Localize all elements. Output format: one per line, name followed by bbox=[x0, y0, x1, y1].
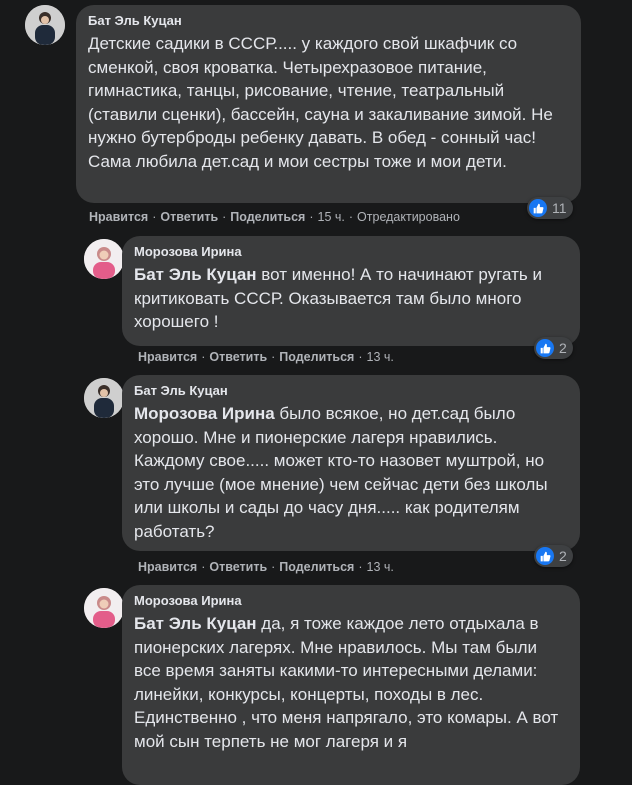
thumbs-up-icon bbox=[529, 199, 547, 217]
comment-author[interactable]: Бат Эль Куцан bbox=[134, 383, 568, 399]
comment-bubble: Морозова Ирина Бат Эль Куцан вот именно!… bbox=[122, 236, 580, 346]
comment-author[interactable]: Морозова Ирина bbox=[134, 593, 568, 609]
mention-link[interactable]: Морозова Ирина bbox=[134, 404, 275, 423]
comment-timestamp[interactable]: 13 ч. bbox=[367, 350, 394, 364]
like-button[interactable]: Нравится bbox=[89, 210, 148, 224]
comment-bubble: Бат Эль Куцан Морозова Ирина было всякое… bbox=[122, 375, 580, 551]
avatar[interactable] bbox=[84, 239, 124, 279]
comment-author[interactable]: Бат Эль Куцан bbox=[88, 13, 569, 29]
reply-button[interactable]: Ответить bbox=[209, 560, 267, 574]
comment-actions: Нравится · Ответить · Поделиться · 13 ч. bbox=[138, 350, 394, 364]
reaction-count: 11 bbox=[552, 200, 567, 216]
comment-timestamp[interactable]: 13 ч. bbox=[367, 560, 394, 574]
avatar[interactable] bbox=[25, 5, 65, 45]
comment-author[interactable]: Морозова Ирина bbox=[134, 244, 568, 260]
comment-text: Морозова Ирина было всякое, но дет.сад б… bbox=[134, 404, 548, 541]
comment-timestamp[interactable]: 15 ч. bbox=[318, 210, 345, 224]
edited-label[interactable]: Отредактировано bbox=[357, 210, 460, 224]
reaction-count: 2 bbox=[559, 340, 567, 356]
reaction-summary[interactable]: 11 bbox=[527, 197, 573, 219]
reply-button[interactable]: Ответить bbox=[209, 350, 267, 364]
share-button[interactable]: Поделиться bbox=[279, 560, 354, 574]
comment-actions: Нравится · Ответить · Поделиться · 13 ч. bbox=[138, 560, 394, 574]
like-button[interactable]: Нравится bbox=[138, 560, 197, 574]
comment-bubble: Морозова Ирина Бат Эль Куцан да, я тоже … bbox=[122, 585, 580, 785]
avatar[interactable] bbox=[84, 588, 124, 628]
mention-link[interactable]: Бат Эль Куцан bbox=[134, 614, 257, 633]
like-button[interactable]: Нравится bbox=[138, 350, 197, 364]
reaction-summary[interactable]: 2 bbox=[534, 337, 573, 359]
share-button[interactable]: Поделиться bbox=[279, 350, 354, 364]
avatar[interactable] bbox=[84, 378, 124, 418]
comment-actions: Нравится · Ответить · Поделиться · 15 ч. · Отред… bbox=[89, 210, 460, 224]
comment-text: Бат Эль Куцан вот именно! А то начинают … bbox=[134, 265, 542, 332]
thumbs-up-icon bbox=[536, 547, 554, 565]
reaction-summary[interactable]: 2 bbox=[534, 545, 573, 567]
comment-bubble: Бат Эль Куцан Детские садики в СССР.....… bbox=[76, 5, 581, 203]
reaction-count: 2 bbox=[559, 548, 567, 564]
comment-text: Бат Эль Куцан да, я тоже каждое лето отд… bbox=[134, 614, 559, 751]
mention-link[interactable]: Бат Эль Куцан bbox=[134, 265, 257, 284]
reply-button[interactable]: Ответить bbox=[160, 210, 218, 224]
comment-text: Детские садики в СССР..... у каждого сво… bbox=[88, 34, 553, 171]
share-button[interactable]: Поделиться bbox=[230, 210, 305, 224]
thumbs-up-icon bbox=[536, 339, 554, 357]
